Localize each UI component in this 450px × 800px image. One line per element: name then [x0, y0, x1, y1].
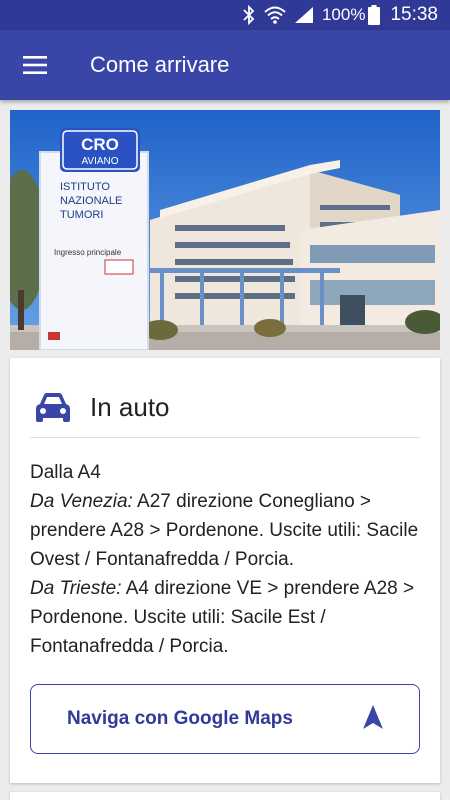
page-title: Come arrivare	[90, 52, 230, 77]
card-title: In auto	[90, 392, 170, 422]
sign-entrance: Ingresso principale	[54, 248, 122, 257]
battery-icon	[368, 5, 381, 25]
hero-image: CRO AVIANO ISTITUTO NAZIONALE TUMORI Ing…	[10, 110, 440, 350]
directions-text: Dalla A4 Da Venezia: A27 direzione Coneg…	[30, 458, 430, 661]
directions-card: In auto Dalla A4 Da Venezia: A27 direzio…	[10, 358, 440, 783]
battery-label: 100%	[321, 5, 366, 24]
route-venezia: Da Venezia: A27 direzione Conegliano > p…	[30, 487, 430, 574]
car-icon	[34, 392, 72, 424]
sign-text-1: ISTITUTO	[60, 181, 110, 193]
wifi-icon	[264, 6, 286, 24]
sign-text-2: NAZIONALE	[60, 195, 122, 207]
sign-logo-line1: CRO	[81, 135, 119, 154]
route-trieste-label: Da Trieste:	[30, 578, 122, 599]
navigate-button-label: Naviga con Google Maps	[67, 708, 293, 729]
navigation-arrow-icon	[363, 704, 383, 734]
card-header: In auto	[30, 378, 420, 438]
route-venezia-label: Da Venezia:	[30, 491, 133, 512]
signal-icon	[294, 6, 314, 24]
route-trieste: Da Trieste: A4 direzione VE > prendere A…	[30, 574, 430, 661]
directions-heading: Dalla A4	[30, 462, 101, 483]
hamburger-menu-icon[interactable]	[0, 30, 70, 100]
sign-logo-line2: AVIANO	[81, 156, 118, 167]
status-time: 15:38	[390, 4, 438, 25]
google-maps-navigate-button[interactable]: Naviga con Google Maps	[30, 684, 420, 754]
next-card	[10, 792, 440, 800]
status-bar: 100% 15:38	[0, 0, 450, 30]
sign-text-3: TUMORI	[60, 209, 103, 221]
bluetooth-icon	[242, 5, 256, 25]
app-bar: Come arrivare	[0, 30, 450, 100]
